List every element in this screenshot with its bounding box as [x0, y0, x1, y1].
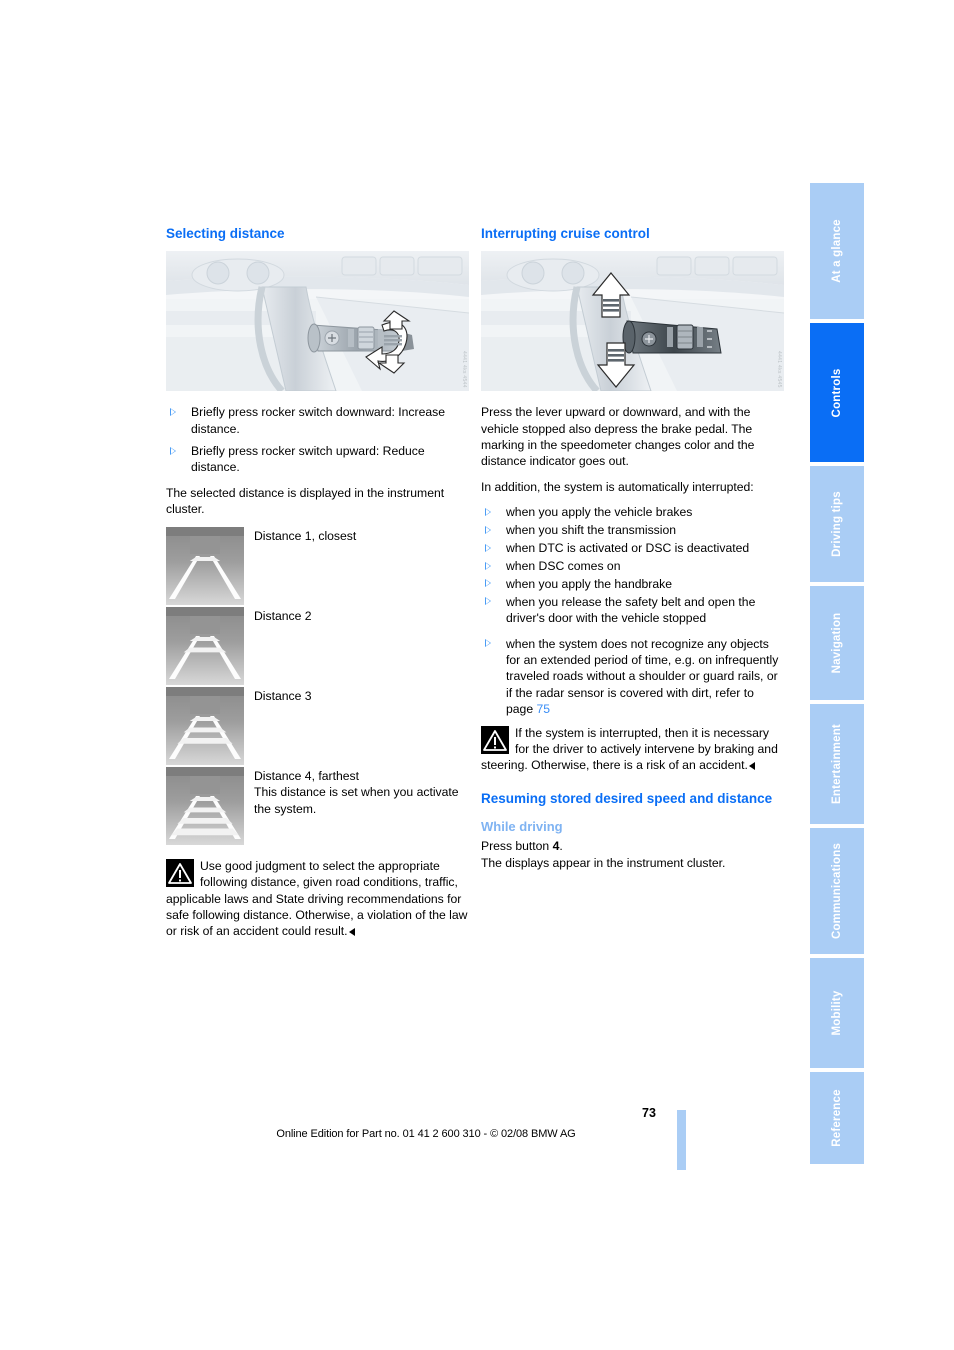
sidebar-tab-label: Reference: [831, 1089, 843, 1147]
warning-text: Use good judgment to select the appropri…: [166, 858, 468, 939]
press-button-post: .: [559, 839, 563, 854]
distance-option-row: Distance 3: [166, 686, 469, 767]
page-reference-link[interactable]: 75: [537, 702, 551, 716]
list-item: when you apply the handbrake: [481, 576, 784, 592]
list-item: Briefly press rocker switch downward: In…: [166, 404, 469, 437]
press-button-instruction: Press button 4.: [481, 838, 784, 854]
distance-list: Distance 1, closest Distance 2 Distance 3 D…: [166, 526, 469, 847]
warning-select-distance: Use good judgment to select the appropri…: [166, 858, 469, 940]
list-item-text: when DSC comes on: [506, 559, 621, 574]
section-heading-selecting-distance: Selecting distance: [166, 226, 285, 241]
footer-text: Online Edition for Part no. 01 41 2 600 …: [276, 1128, 576, 1140]
section-heading-interrupting-cruise-control: Interrupting cruise control: [481, 226, 650, 241]
distance-option-row: Distance 2: [166, 606, 469, 687]
bullet-triangle-icon: [485, 579, 491, 588]
interrupt-paragraph-2: In addition, the system is automatically…: [481, 479, 754, 494]
sidebar-tab-at-a-glance[interactable]: At a glance: [810, 181, 864, 321]
interrupt-conditions-list: when you apply the vehicle brakes when yo…: [481, 504, 784, 626]
distance-option-note: This distance is set when you activate t…: [254, 785, 459, 816]
distance-1-icon: [166, 526, 244, 605]
distance-4-icon: [166, 766, 244, 845]
figure-interrupting-cruise-control: 4441 4ks 4545: [481, 251, 784, 392]
distance-option-label: Distance 2: [254, 608, 312, 623]
sidebar-tab-label: Communications: [831, 842, 843, 940]
sidebar-tab-driving-tips[interactable]: Driving tips: [810, 464, 864, 584]
figure-selecting-distance: 4441 4ks 4544: [166, 251, 469, 392]
bullet-triangle-icon: [485, 543, 491, 552]
list-item: when DSC comes on: [481, 558, 784, 574]
list-item: when the system does not recognize any o…: [481, 636, 784, 718]
page-number: 73: [642, 1106, 656, 1120]
press-button-pre: Press button: [481, 839, 553, 854]
bullet-triangle-icon: [170, 446, 176, 455]
sidebar-tab-navigation[interactable]: Navigation: [810, 584, 864, 702]
interrupt-conditions-list-last: when the system does not recognize any o…: [481, 636, 784, 718]
page-number-bar: [677, 1110, 686, 1170]
sidebar-tab-communications[interactable]: Communications: [810, 826, 864, 956]
distance-2-icon: [166, 606, 244, 685]
sidebar-tab-mobility[interactable]: Mobility: [810, 956, 864, 1070]
end-of-note-marker: [748, 762, 755, 771]
list-item-text: when you apply the vehicle brakes: [506, 505, 693, 520]
list-item-text: Briefly press rocker switch upward: Redu…: [191, 444, 425, 475]
distance-option-label: Distance 4, farthest This distance is set…: [244, 767, 469, 817]
figure-code: 4441 4ks 4545: [776, 350, 782, 388]
distance-option-label: Distance 3: [254, 688, 312, 703]
interrupt-paragraph-1: Press the lever upward or downward, and …: [481, 405, 755, 469]
sidebar-tab-label: Navigation: [831, 612, 843, 674]
end-of-note-marker: [348, 928, 355, 937]
list-item: Briefly press rocker switch upward: Redu…: [166, 443, 469, 476]
warning-text: If the system is interrupted, then it is…: [481, 725, 778, 773]
list-item-text: Briefly press rocker switch downward: In…: [191, 405, 445, 436]
bullet-triangle-icon: [170, 407, 176, 416]
warning-triangle-icon: [481, 725, 509, 754]
figure-code: 4441 4ks 4544: [461, 350, 467, 388]
sidebar-tab-controls[interactable]: Controls: [810, 321, 864, 464]
subheading-while-driving: While driving: [481, 819, 563, 835]
sidebar-tab-entertainment[interactable]: Entertainment: [810, 702, 864, 826]
closing-text: The displays appear in the instrument cl…: [481, 855, 726, 870]
section-tab-rail: At a glance Controls Driving tips Navigatio…: [810, 181, 864, 1166]
distance-3-icon: [166, 686, 244, 765]
manual-page: At a glance Controls Driving tips Navigatio…: [0, 0, 954, 1350]
list-item-text: when DTC is activated or DSC is deactiva…: [506, 541, 750, 556]
sidebar-tab-reference[interactable]: Reference: [810, 1070, 864, 1166]
bullet-triangle-icon: [485, 561, 491, 570]
warning-triangle-icon: [166, 858, 194, 887]
list-item-text: when you release the safety belt and ope…: [506, 594, 756, 626]
distance-option-row: Distance 4, farthest This distance is set…: [166, 766, 469, 847]
list-item: when you release the safety belt and ope…: [481, 594, 784, 627]
right-column: Interrupting cruise control 4441 4ks 454…: [481, 225, 784, 880]
list-item: when DTC is activated or DSC is deactiva…: [481, 540, 784, 556]
sidebar-tab-label: Entertainment: [831, 724, 843, 804]
list-item: when you shift the transmission: [481, 522, 784, 538]
left-column: Selecting distance 4441 4ks 4544 Briefly…: [166, 225, 469, 940]
selecting-distance-bullets: Briefly press rocker switch downward: In…: [166, 404, 469, 476]
distance-option-row: Distance 1, closest: [166, 526, 469, 607]
selected-distance-intro: The selected distance is displayed in th…: [166, 485, 445, 517]
sidebar-tab-label: Driving tips: [831, 491, 843, 557]
bullet-triangle-icon: [485, 525, 491, 534]
sidebar-tab-label: Controls: [831, 368, 843, 417]
bullet-triangle-icon: [485, 597, 491, 606]
distance-option-label: Distance 1, closest: [254, 528, 357, 543]
warning-system-interrupted: If the system is interrupted, then it is…: [481, 725, 784, 774]
list-item-text: when you shift the transmission: [506, 523, 677, 538]
sidebar-tab-label: Mobility: [831, 990, 843, 1036]
sidebar-tab-label: At a glance: [831, 219, 843, 283]
bullet-triangle-icon: [485, 507, 491, 516]
bullet-triangle-icon: [485, 639, 491, 648]
list-item-text: when you apply the handbrake: [506, 576, 673, 591]
section-heading-resuming-stored-speed: Resuming stored desired speed and distan…: [481, 790, 773, 806]
list-item: when you apply the vehicle brakes: [481, 504, 784, 520]
